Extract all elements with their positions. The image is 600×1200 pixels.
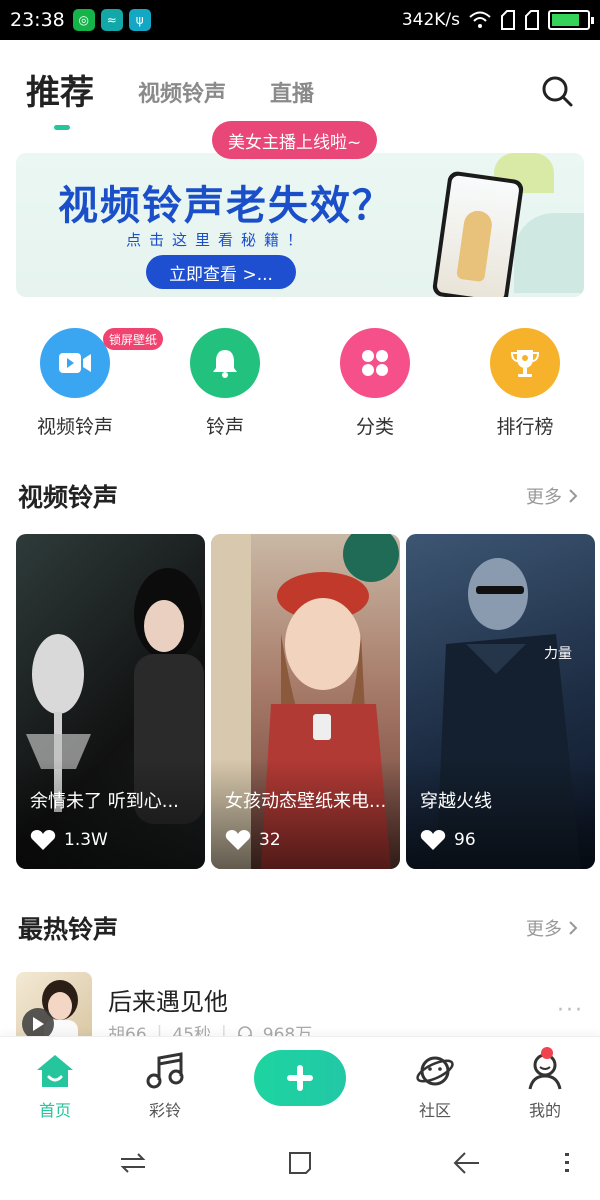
live-promo-badge[interactable]: 美女主播上线啦~ <box>212 121 378 159</box>
music-note-icon <box>145 1051 185 1091</box>
nav-home[interactable]: 首页 <box>15 1051 95 1121</box>
video-card-title: 余情未了 听到心... <box>30 791 179 812</box>
video-card-title: 穿越火线 <box>420 791 492 812</box>
planet-icon <box>415 1051 455 1091</box>
song-row[interactable]: 后来遇见他 胡66 | 45秒 | 968万 ··· <box>16 972 584 1048</box>
wifi-icon <box>469 11 491 28</box>
system-navigation-bar <box>0 1126 600 1200</box>
notification-dot <box>541 1047 553 1059</box>
video-card-likes: 1.3W <box>30 829 108 851</box>
banner-subtitle: 点击这里看秘籍！ <box>126 231 311 249</box>
back-arrow-icon[interactable] <box>450 1146 484 1180</box>
menu-dots-icon[interactable] <box>550 1146 584 1180</box>
banner-title: 视频铃声老失效？ <box>58 183 394 229</box>
chevron-right-icon <box>569 489 578 503</box>
heart-icon <box>30 830 56 850</box>
video-card[interactable]: 余情未了 听到心... 1.3W <box>16 534 205 869</box>
more-link[interactable]: 更多 <box>526 915 578 941</box>
shortcut-ranking[interactable]: 排行榜 <box>465 320 585 439</box>
chat-notification-icon: ≈ <box>100 9 123 31</box>
like-count: 32 <box>259 830 281 850</box>
video-card-likes: 32 <box>225 829 281 851</box>
status-time: 23:38 <box>10 9 65 31</box>
heart-icon <box>225 830 251 850</box>
shortcut-category[interactable]: 分类 <box>315 320 435 439</box>
video-card[interactable]: 力量 穿越火线 96 <box>406 534 595 869</box>
search-icon[interactable] <box>540 74 574 108</box>
usb-icon: ψ <box>128 9 151 31</box>
tab-video-ringtone[interactable]: 视频铃声 <box>138 76 226 108</box>
chevron-right-icon <box>569 921 578 935</box>
section-title: 最热铃声 <box>18 915 119 944</box>
song-title: 后来遇见他 <box>108 988 228 1016</box>
plus-icon <box>287 1065 313 1091</box>
home-icon <box>35 1051 75 1091</box>
more-link[interactable]: 更多 <box>526 483 578 509</box>
switch-apps-icon[interactable] <box>116 1146 150 1180</box>
more-label: 更多 <box>526 919 562 940</box>
more-label: 更多 <box>526 487 562 508</box>
video-card-list: 余情未了 听到心... 1.3W 女孩动态壁纸来电... 32 力量 穿越火线 … <box>16 534 596 870</box>
lockscreen-wallpaper-badge: 锁屏壁纸 <box>103 328 164 350</box>
shortcut-label: 排行榜 <box>496 416 554 438</box>
shortcut-label: 铃声 <box>205 416 244 438</box>
sim-card-icon-2 <box>525 10 539 30</box>
shortcut-label: 分类 <box>355 416 394 438</box>
battery-icon <box>548 10 594 30</box>
create-plus-button[interactable] <box>254 1050 346 1106</box>
video-card-title: 女孩动态壁纸来电... <box>225 791 387 812</box>
network-speed: 342K/s <box>401 10 460 30</box>
nav-label: 首页 <box>38 1101 71 1120</box>
home-square-icon[interactable] <box>283 1146 317 1180</box>
hot-section-header: 最热铃声 更多 <box>18 908 578 948</box>
nav-label: 社区 <box>418 1101 451 1120</box>
grid-icon <box>340 328 410 398</box>
shortcut-ringtone[interactable]: 铃声 <box>165 320 285 439</box>
banner-phone-illustration <box>431 170 525 297</box>
bottom-navigation: 首页 彩铃 社区 我的 <box>0 1036 600 1126</box>
top-tab-bar: 推荐 视频铃声 直播 <box>26 60 574 130</box>
promo-banner[interactable]: 视频铃声老失效？ 点击这里看秘籍！ 立即查看 >... <box>16 153 584 297</box>
like-count: 96 <box>454 830 476 850</box>
shortcut-label: 视频铃声 <box>36 416 113 438</box>
trophy-icon <box>490 328 560 398</box>
status-bar: 23:38 ◎ ≈ ψ 342K/s <box>0 0 600 40</box>
category-shortcuts: 锁屏壁纸 视频铃声 铃声 分类 排行榜 <box>0 320 600 450</box>
profile-icon <box>525 1047 565 1091</box>
section-title: 视频铃声 <box>18 483 119 512</box>
nav-community[interactable]: 社区 <box>395 1051 475 1121</box>
shortcut-video-ringtone[interactable]: 锁屏壁纸 视频铃声 <box>15 320 164 439</box>
tab-live[interactable]: 直播 <box>270 76 314 108</box>
nav-label: 彩铃 <box>148 1101 181 1120</box>
tab-recommend[interactable]: 推荐 <box>26 65 94 130</box>
heart-icon <box>420 830 446 850</box>
video-icon <box>40 328 110 398</box>
nav-color-ringtone[interactable]: 彩铃 <box>125 1051 205 1121</box>
more-options-icon[interactable]: ··· <box>557 998 584 1023</box>
app-notification-icon: ◎ <box>72 9 95 31</box>
nav-profile[interactable]: 我的 <box>505 1047 585 1121</box>
video-card[interactable]: 女孩动态壁纸来电... 32 <box>211 534 400 869</box>
video-card-likes: 96 <box>420 829 476 851</box>
nav-label: 我的 <box>528 1101 561 1120</box>
video-section-header: 视频铃声 更多 <box>18 476 578 516</box>
svg-text:力量: 力量 <box>544 646 572 662</box>
bell-icon <box>190 328 260 398</box>
sim-card-icon <box>501 10 515 30</box>
banner-view-button[interactable]: 立即查看 >... <box>146 255 296 289</box>
like-count: 1.3W <box>64 830 108 850</box>
banner-umbrella-decoration <box>514 213 584 293</box>
